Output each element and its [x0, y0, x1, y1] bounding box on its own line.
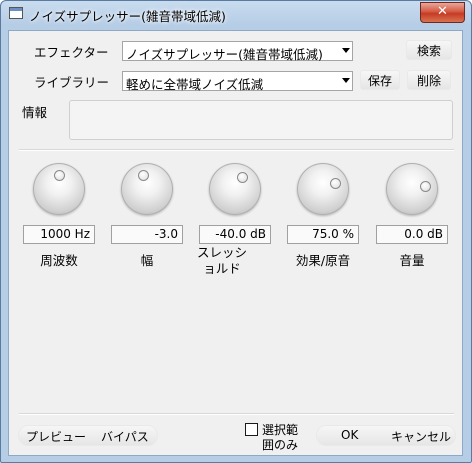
chevron-down-icon	[342, 78, 350, 83]
library-select-value: 軽めに全帯域ノイズ低減	[126, 77, 264, 92]
info-textbox[interactable]	[69, 100, 453, 140]
volume-value[interactable]: 0.0 dB	[376, 225, 448, 244]
effect-dialog-window: ノイズサプレッサー(雑音帯域低減) ✕ エフェクター ノイズサプレッサー(雑音帯…	[0, 0, 472, 463]
title-bar[interactable]: ノイズサプレッサー(雑音帯域低減) ✕	[1, 1, 471, 27]
volume-knob[interactable]	[386, 163, 438, 215]
knob-indicator-icon	[53, 169, 65, 181]
knob-indicator-icon	[330, 178, 342, 190]
search-button[interactable]: 検索	[406, 40, 452, 60]
close-button[interactable]: ✕	[420, 2, 465, 23]
frequency-knob[interactable]	[33, 163, 85, 215]
save-button[interactable]: 保存	[360, 70, 400, 90]
library-select[interactable]: 軽めに全帯域ノイズ低減	[122, 71, 353, 92]
frequency-value[interactable]: 1000 Hz	[23, 225, 95, 244]
width-value[interactable]: -3.0	[111, 225, 183, 244]
dialog-body: エフェクター ノイズサプレッサー(雑音帯域低減) 検索 ライブラリー 軽めに全帯…	[8, 30, 463, 456]
top-divider	[19, 149, 454, 151]
selection-only-checkbox[interactable]	[245, 423, 258, 436]
knob-indicator-icon	[138, 169, 150, 181]
window-app-icon	[9, 7, 23, 19]
mix-value[interactable]: 75.0 %	[287, 225, 359, 244]
threshold-knob[interactable]	[209, 163, 261, 215]
threshold-value[interactable]: -40.0 dB	[199, 225, 271, 244]
ok-button[interactable]: OK	[341, 428, 358, 442]
info-label: 情報	[22, 105, 48, 120]
effector-label: エフェクター	[34, 45, 109, 60]
window-title: ノイズサプレッサー(雑音帯域低減)	[29, 9, 226, 24]
library-label: ライブラリー	[34, 75, 110, 90]
knob-indicator-icon	[237, 171, 248, 183]
mix-label: 効果/原音	[295, 253, 351, 268]
preview-button[interactable]: プレビュー	[26, 428, 86, 445]
volume-label: 音量	[399, 253, 425, 268]
threshold-label: スレッショルド	[196, 245, 247, 276]
effector-select-value: ノイズサプレッサー(雑音帯域低減)	[126, 47, 323, 62]
width-label: 幅	[140, 253, 154, 268]
chevron-down-icon	[342, 48, 350, 53]
bypass-button[interactable]: バイパス	[101, 428, 149, 445]
width-knob[interactable]	[121, 163, 173, 215]
selection-only-label[interactable]: 選択範囲のみ	[262, 423, 308, 453]
cancel-button[interactable]: キャンセル	[391, 428, 451, 445]
effector-select[interactable]: ノイズサプレッサー(雑音帯域低減)	[122, 41, 353, 62]
knob-indicator-icon	[420, 181, 432, 193]
bottom-divider	[19, 413, 454, 415]
delete-button[interactable]: 削除	[407, 70, 451, 90]
mix-knob[interactable]	[297, 163, 349, 215]
frequency-label: 周波数	[40, 253, 78, 268]
